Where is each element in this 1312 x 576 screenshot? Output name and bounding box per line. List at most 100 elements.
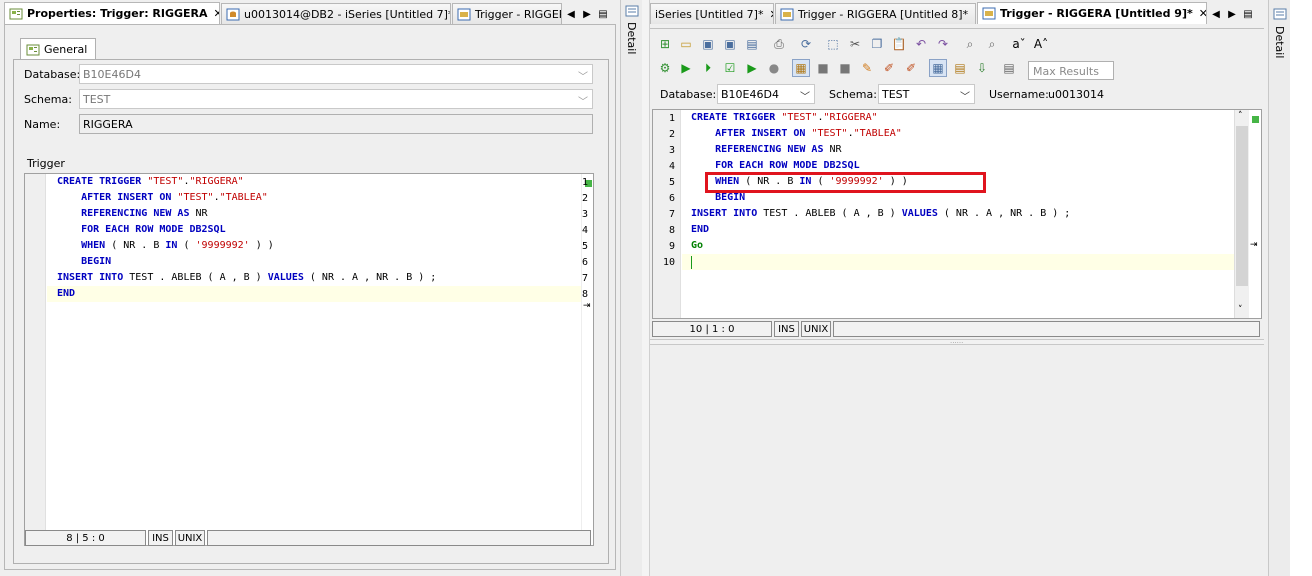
tab-trigger-untitled-8[interactable]: Trigger - RIGGERA [Untitled 8]* ✕	[775, 3, 976, 24]
tab-list-icon: ▤	[598, 8, 608, 20]
copy-icon: ❐	[871, 37, 883, 51]
tab-isession-untitled-7[interactable]: u0013014@DB2 - iSeries [Untitled 7]*	[221, 3, 451, 24]
select-all-button[interactable]: ⬚	[824, 35, 842, 53]
tab-prev-button[interactable]: ◀	[1208, 4, 1224, 24]
find-button[interactable]: ⌕	[961, 35, 979, 53]
execute-all-button[interactable]: ▶	[743, 59, 761, 77]
schema-select[interactable]: TEST ﹀	[79, 89, 593, 109]
font-smaller-button[interactable]: aˇ	[1010, 35, 1028, 53]
rollback-button[interactable]: ■	[836, 59, 854, 77]
export-results-button[interactable]: ⇩	[973, 59, 991, 77]
chevron-down-icon: ﹀	[578, 97, 588, 108]
right-code-editor[interactable]: ˄ ˅ ⇥ 1 2 3 4 5 6 7 8 9 10 CREATE TRIGGE…	[652, 109, 1262, 319]
split-arrow-icon[interactable]: ⇥	[1250, 240, 1258, 250]
panel-splitter[interactable]	[642, 0, 650, 576]
tab-iseries-untitled-7[interactable]: iSeries [Untitled 7]* ✕	[650, 3, 774, 24]
name-label: Name:	[24, 118, 61, 131]
scroll-down-icon[interactable]: ˅	[1238, 305, 1243, 315]
tab-next-button[interactable]: ▶	[579, 4, 595, 24]
status-message	[833, 321, 1260, 337]
tab-label: Trigger - RIGGERA [Untitled 9]*	[1000, 7, 1193, 20]
left-status-bar: 8 | 5 : 0 INS UNIX	[25, 530, 593, 546]
format-button[interactable]: ✐	[880, 59, 898, 77]
database-select[interactable]: B10E46D4 ﹀	[717, 84, 815, 104]
line-number: 9	[668, 241, 675, 252]
detail-tab[interactable]: Detail	[625, 22, 638, 54]
explain-button[interactable]: ✎	[858, 59, 876, 77]
open-folder-icon: ▭	[680, 37, 692, 51]
tab-prev-button[interactable]: ◀	[563, 4, 579, 24]
name-field[interactable]: RIGGERA	[79, 114, 593, 134]
database-value: B10E46D4	[721, 88, 779, 101]
detail-icon[interactable]	[1273, 8, 1287, 20]
tab-next-button[interactable]: ▶	[1224, 4, 1240, 24]
detail-icon[interactable]	[625, 5, 639, 17]
commit-button[interactable]: ■	[814, 59, 832, 77]
stop-button[interactable]: ●	[765, 59, 783, 77]
detail-tab[interactable]: Detail	[1273, 26, 1286, 58]
print-button[interactable]: ⎙	[770, 35, 788, 53]
cut-button[interactable]: ✂	[846, 35, 864, 53]
database-select[interactable]: B10E46D4 ﹀	[79, 64, 593, 84]
chevron-down-icon: ﹀	[800, 92, 810, 103]
status-message	[207, 530, 591, 546]
history-button[interactable]: ▤	[1000, 59, 1018, 77]
tab-general[interactable]: General	[20, 38, 96, 60]
run-settings-button[interactable]: ⚙	[656, 59, 674, 77]
max-results-input[interactable]: Max Results	[1028, 61, 1114, 80]
font-larger-button[interactable]: A˄	[1032, 35, 1050, 53]
line-ending[interactable]: UNIX	[175, 530, 205, 546]
tab-list-button[interactable]: ▤	[595, 4, 611, 24]
code-line: Go	[691, 240, 704, 251]
left-code-editor[interactable]: ⇥ 1 2 3 4 5 6 7 8 CREATE TRIGGER "TEST".…	[24, 173, 594, 546]
tab-label: Properties: Trigger: RIGGERA	[27, 7, 208, 20]
highlight-box	[705, 172, 986, 193]
chevron-down-icon: ﹀	[578, 72, 588, 83]
split-arrow-icon[interactable]: ⇥	[583, 301, 591, 311]
paste-button[interactable]: 📋	[890, 35, 908, 53]
properties-icon	[9, 8, 23, 20]
execute-script-button[interactable]: ☑	[721, 59, 739, 77]
line-number: 4	[581, 225, 588, 236]
trigger-icon	[780, 8, 794, 20]
line-ending[interactable]: UNIX	[801, 321, 831, 337]
undo-button[interactable]: ↶	[912, 35, 930, 53]
open-file-button[interactable]: ▭	[677, 35, 695, 53]
save-button[interactable]: ▣	[699, 35, 717, 53]
find-replace-button[interactable]: ⌕	[983, 35, 1001, 53]
text-results-button[interactable]: ▤	[951, 59, 969, 77]
tab-trigger-untitled-9[interactable]: Trigger - RIGGERA [Untitled 9]* ✕	[977, 2, 1207, 24]
vertical-scrollbar[interactable]: ˄ ˅	[1234, 110, 1249, 318]
results-area	[650, 345, 1264, 576]
close-icon[interactable]: ✕	[1199, 7, 1206, 20]
refresh-button[interactable]: ⟳	[797, 35, 815, 53]
redo-button[interactable]: ↷	[934, 35, 952, 53]
close-icon[interactable]: ✕	[214, 7, 219, 20]
grid-results-button[interactable]: ▦	[929, 59, 947, 77]
line-number: 5	[581, 241, 588, 252]
new-file-button[interactable]: ⊞	[656, 35, 674, 53]
insert-mode[interactable]: INS	[148, 530, 173, 546]
text-cursor	[691, 256, 692, 269]
code-line: REFERENCING NEW AS NR	[715, 144, 842, 155]
tab-trigger-riggera[interactable]: Trigger - RIGGERA	[452, 3, 562, 24]
save-as-button[interactable]: ▣	[721, 35, 739, 53]
execute-button[interactable]: ▶	[677, 59, 695, 77]
close-icon[interactable]: ✕	[769, 8, 773, 21]
schema-select[interactable]: TEST ﹀	[878, 84, 975, 104]
current-line-highlight	[682, 254, 1234, 270]
code-line: END	[57, 288, 76, 299]
scroll-up-icon[interactable]: ˄	[1238, 111, 1243, 121]
close-icon[interactable]: ✕	[974, 8, 975, 21]
execute-step-button[interactable]: ⏵	[699, 59, 717, 77]
grid-icon: ▦	[932, 61, 944, 75]
insert-mode[interactable]: INS	[774, 321, 799, 337]
save-all-button[interactable]: ▤	[743, 35, 761, 53]
copy-button[interactable]: ❐	[868, 35, 886, 53]
auto-commit-button[interactable]: ▦	[792, 59, 810, 77]
left-detail-sidebar: Detail	[620, 0, 642, 576]
tab-properties-trigger[interactable]: Properties: Trigger: RIGGERA ✕	[4, 2, 220, 24]
tab-list-button[interactable]: ▤	[1240, 4, 1256, 24]
scrollbar-thumb[interactable]	[1236, 126, 1248, 286]
clear-button[interactable]: ✐	[902, 59, 920, 77]
